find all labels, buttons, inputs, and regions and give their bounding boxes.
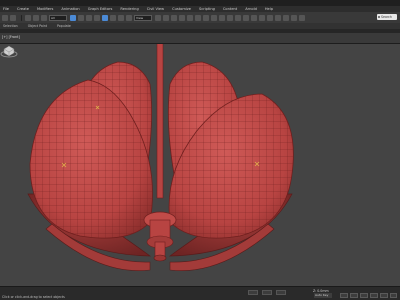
align-icon[interactable] (227, 14, 233, 21)
ribbon-tab-selection[interactable]: Selection (3, 24, 18, 28)
menu-rendering[interactable]: Rendering (120, 7, 138, 11)
keyboard-shortcut-icon[interactable] (171, 14, 177, 21)
flower-lamp-model (27, 44, 294, 271)
menu-modifiers[interactable]: Modifiers (37, 7, 53, 11)
status-bar: Click or click-and-drag to select object… (0, 286, 400, 300)
menu-graph-editors[interactable]: Graph Editors (88, 7, 113, 11)
menu-scripting[interactable]: Scripting (199, 7, 215, 11)
search-placeholder: Search (381, 15, 392, 19)
viewport-front[interactable] (0, 44, 400, 288)
menu-create[interactable]: Create (17, 7, 29, 11)
play-icon[interactable] (360, 293, 368, 298)
viewport-label[interactable]: [+] [Front] (2, 35, 20, 39)
snaps-toggle-icon[interactable] (179, 14, 185, 21)
material-editor-icon[interactable] (267, 14, 273, 21)
select-and-move-icon[interactable] (102, 14, 108, 21)
main-toolbar: All View (0, 12, 400, 23)
toolbar-separator (21, 14, 22, 21)
ribbon-tab-object-paint[interactable]: Object Paint (28, 24, 47, 28)
named-selection-sets-icon[interactable] (211, 14, 217, 21)
menu-animation[interactable]: Animation (61, 7, 79, 11)
link-icon[interactable] (25, 14, 31, 21)
menu-civil-view[interactable]: Civil View (147, 7, 164, 11)
percent-snap-icon[interactable] (195, 14, 201, 21)
layer-explorer-icon[interactable] (235, 14, 241, 21)
undo-icon[interactable] (2, 14, 8, 21)
go-to-end-icon[interactable] (380, 293, 388, 298)
unlink-icon[interactable] (33, 14, 39, 21)
rectangular-selection-icon[interactable] (86, 14, 92, 21)
viewport-header: [+] [Front] (0, 33, 400, 44)
viewport-nav-zoom-icon[interactable] (276, 290, 286, 295)
hub-bottom (153, 254, 167, 262)
menu-content[interactable]: Content (223, 7, 237, 11)
render-cloud-icon[interactable] (299, 14, 305, 21)
select-and-rotate-icon[interactable] (110, 14, 116, 21)
menu-arnold[interactable]: Arnold (245, 7, 257, 11)
next-frame-icon[interactable] (370, 293, 378, 298)
selection-filter-dropdown[interactable]: All (49, 14, 67, 21)
menu-help[interactable]: Help (265, 7, 273, 11)
viewport-nav-orbit-icon[interactable] (262, 290, 272, 295)
lamp-stem (156, 44, 164, 199)
toggle-ribbon-icon[interactable] (243, 14, 249, 21)
angle-snap-icon[interactable] (187, 14, 193, 21)
window-crossing-icon[interactable] (94, 14, 100, 21)
render-setup-icon[interactable] (275, 14, 281, 21)
render-production-icon[interactable] (291, 14, 297, 21)
go-to-start-icon[interactable] (340, 293, 348, 298)
bind-space-warp-icon[interactable] (41, 14, 47, 21)
hub-neck (154, 241, 166, 257)
status-message: Click or click-and-drag to select object… (2, 295, 65, 299)
select-object-icon[interactable] (70, 14, 76, 21)
reference-coordinate-dropdown[interactable]: View (134, 14, 152, 21)
mirror-icon[interactable] (219, 14, 225, 21)
ribbon-tab-populate[interactable]: Populate (57, 24, 71, 28)
curve-editor-icon[interactable] (251, 14, 257, 21)
pivot-center-icon[interactable] (155, 14, 161, 21)
select-and-place-icon[interactable] (126, 14, 132, 21)
spinner-snap-icon[interactable] (203, 14, 209, 21)
select-and-scale-icon[interactable] (118, 14, 124, 21)
rendered-frame-window-icon[interactable] (283, 14, 289, 21)
auto-key-button[interactable]: Auto Key (314, 293, 332, 298)
select-by-name-icon[interactable] (78, 14, 84, 21)
time-config-icon[interactable] (390, 293, 397, 298)
menu-customize[interactable]: Customize (172, 7, 191, 11)
redo-icon[interactable] (10, 14, 16, 21)
viewcube-icon[interactable] (0, 44, 18, 58)
viewport-nav-pan-icon[interactable] (248, 290, 258, 295)
previous-frame-icon[interactable] (350, 293, 358, 298)
search-input[interactable]: Search (377, 14, 397, 20)
menu-file[interactable]: File (3, 7, 9, 11)
schematic-view-icon[interactable] (259, 14, 265, 21)
manipulate-icon[interactable] (163, 14, 169, 21)
